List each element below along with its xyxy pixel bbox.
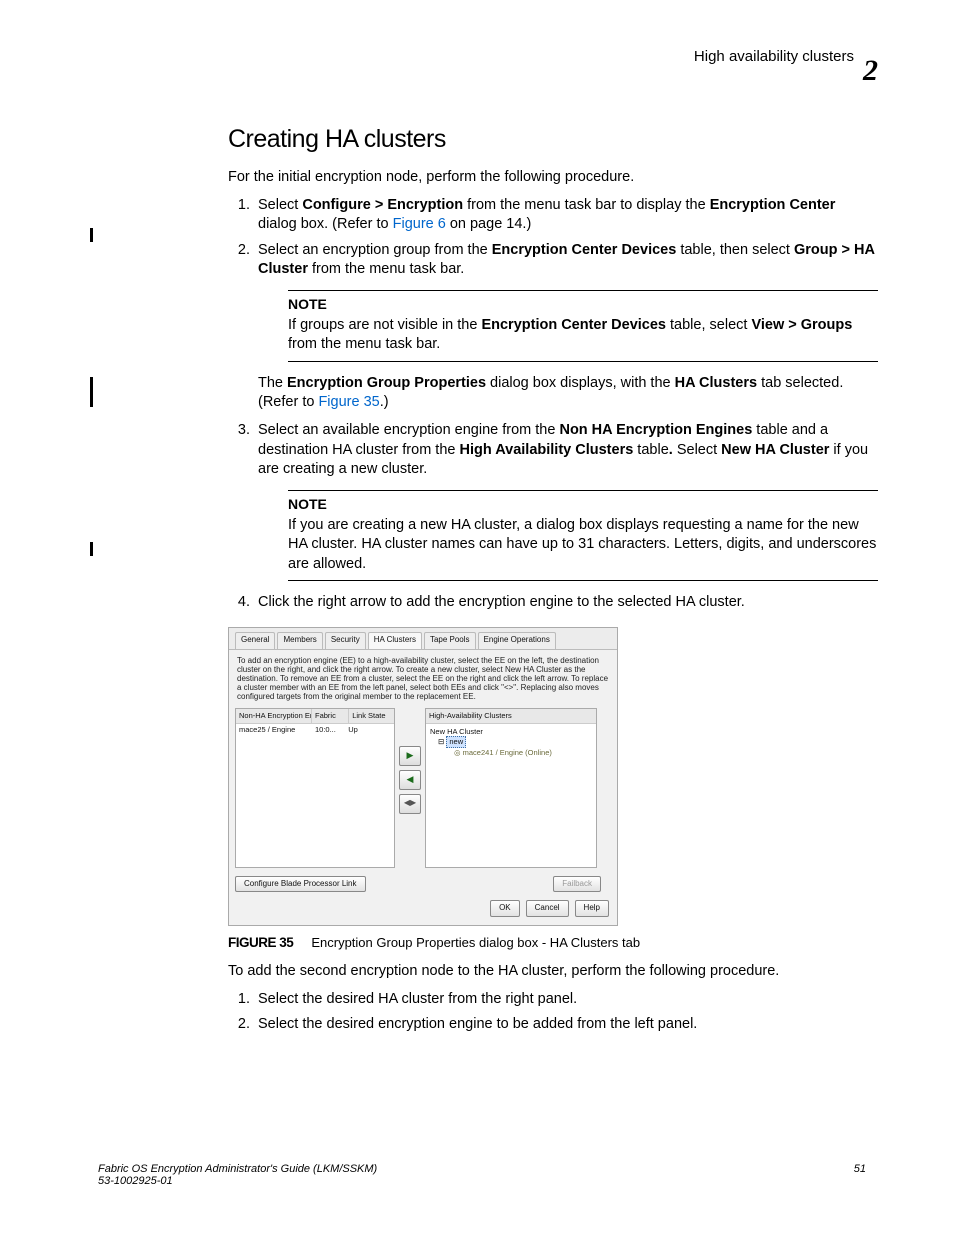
remove-arrow-left-button[interactable]: ◀ (399, 770, 421, 790)
step-2: Select an encryption group from the Encr… (254, 241, 878, 413)
tab-engine-operations[interactable]: Engine Operations (478, 632, 556, 649)
change-bar (90, 542, 93, 556)
step-b1: Select the desired HA cluster from the r… (254, 990, 878, 1010)
figure-35: General Members Security HA Clusters Tap… (228, 627, 878, 926)
col-link-state: Link State (349, 709, 394, 723)
footer-docnum: 53-1002925-01 (98, 1175, 377, 1187)
figure-6-link[interactable]: Figure 6 (393, 216, 446, 232)
procedure-list: Select Configure > Encryption from the m… (228, 196, 878, 613)
page-footer: Fabric OS Encryption Administrator's Gui… (98, 1163, 866, 1187)
non-ha-engines-table[interactable]: Non-HA Encryption Engines Fabric Link St… (235, 708, 395, 868)
col-engines: Non-HA Encryption Engines (236, 709, 312, 723)
tab-members[interactable]: Members (277, 632, 322, 649)
note-body: If groups are not visible in the Encrypt… (288, 316, 878, 355)
step-1: Select Configure > Encryption from the m… (254, 196, 878, 235)
footer-title: Fabric OS Encryption Administrator's Gui… (98, 1163, 377, 1175)
table-row[interactable]: mace25 / Engine 10:0... Up (236, 724, 394, 736)
chapter-number: 2 (863, 54, 878, 88)
figure-caption-text: Encryption Group Properties dialog box -… (311, 935, 640, 950)
tree-engine-node[interactable]: ◎ mace241 / Engine (Online) (454, 748, 592, 758)
figure-35-link[interactable]: Figure 35 (318, 394, 379, 410)
figure-caption: FIGURE 35 Encryption Group Properties di… (228, 934, 878, 952)
section-heading: Creating HA clusters (228, 125, 866, 154)
tree-new-ha-cluster[interactable]: New HA Cluster (430, 727, 592, 737)
running-head: High availability clusters (88, 48, 866, 65)
dialog-help-text: To add an encryption engine (EE) to a hi… (229, 650, 617, 708)
tab-ha-clusters[interactable]: HA Clusters (368, 632, 422, 649)
note-body: If you are creating a new HA cluster, a … (288, 516, 878, 575)
col-fabric: Fabric (312, 709, 349, 723)
tab-security[interactable]: Security (325, 632, 366, 649)
mid-paragraph: The Encryption Group Properties dialog b… (258, 374, 878, 413)
note-block: NOTE If groups are not visible in the En… (288, 290, 878, 362)
help-button[interactable]: Help (575, 900, 609, 917)
add-arrow-right-button[interactable]: ▶ (399, 746, 421, 766)
swap-button[interactable]: ◀▶ (399, 794, 421, 814)
step-3: Select an available encryption engine fr… (254, 421, 878, 581)
dialog-encryption-group-properties: General Members Security HA Clusters Tap… (228, 627, 618, 926)
procedure-list-2: Select the desired HA cluster from the r… (228, 990, 878, 1035)
step-4: Click the right arrow to add the encrypt… (254, 593, 878, 613)
note-title: NOTE (288, 295, 878, 314)
tab-general[interactable]: General (235, 632, 275, 649)
col-ha-clusters: High-Availability Clusters (426, 709, 596, 723)
note-title: NOTE (288, 495, 878, 514)
change-bar (90, 377, 93, 407)
ha-clusters-tree[interactable]: High-Availability Clusters New HA Cluste… (425, 708, 597, 868)
note-block: NOTE If you are creating a new HA cluste… (288, 490, 878, 582)
cancel-button[interactable]: Cancel (526, 900, 569, 917)
intro-text: For the initial encryption node, perform… (228, 168, 878, 188)
change-bar (90, 228, 93, 242)
tree-selected-cluster[interactable]: new (446, 736, 466, 748)
tab-tape-pools[interactable]: Tape Pools (424, 632, 476, 649)
page-number: 51 (854, 1163, 866, 1187)
figure-number: FIGURE 35 (228, 935, 293, 950)
configure-blade-processor-link-button[interactable]: Configure Blade Processor Link (235, 876, 366, 893)
second-intro: To add the second encryption node to the… (228, 962, 878, 982)
dialog-tabstrip: General Members Security HA Clusters Tap… (229, 628, 617, 650)
step-b2: Select the desired encryption engine to … (254, 1015, 878, 1035)
failback-button[interactable]: Failback (553, 876, 601, 893)
ok-button[interactable]: OK (490, 900, 520, 917)
running-head-text: High availability clusters (694, 48, 854, 65)
